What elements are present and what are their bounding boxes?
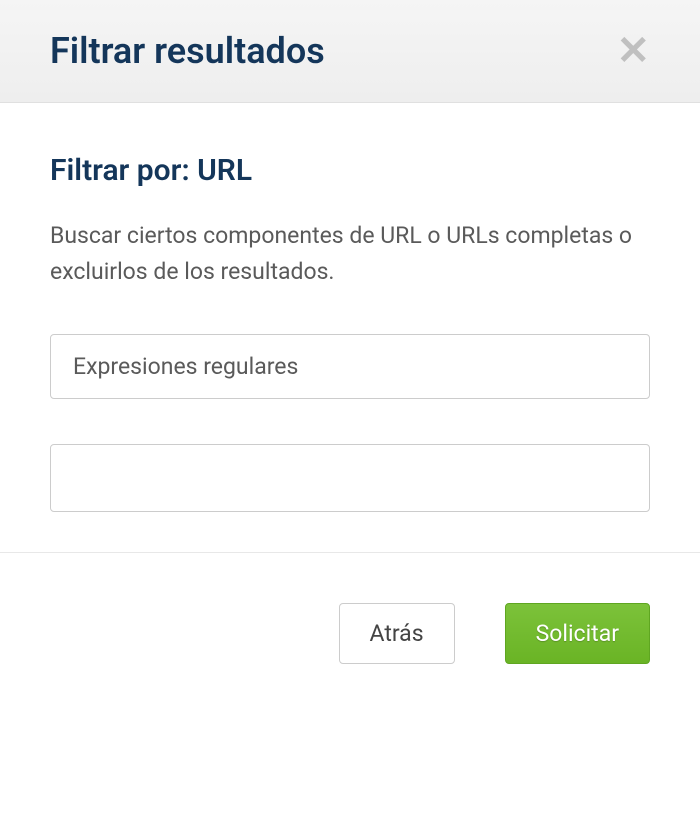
close-icon[interactable]: ✕ bbox=[616, 31, 650, 71]
back-button[interactable]: Atrás bbox=[339, 603, 455, 664]
regex-type-select[interactable]: Expresiones regulares bbox=[50, 334, 650, 399]
modal-body: Filtrar por: URL Buscar ciertos componen… bbox=[0, 103, 700, 552]
select-value-label: Expresiones regulares bbox=[73, 353, 298, 380]
modal-title: Filtrar resultados bbox=[50, 30, 325, 72]
url-filter-input[interactable] bbox=[50, 444, 650, 512]
filter-description: Buscar ciertos componentes de URL o URLs… bbox=[50, 218, 650, 289]
modal-footer: Atrás Solicitar bbox=[0, 552, 700, 714]
modal-header: Filtrar resultados ✕ bbox=[0, 0, 700, 103]
section-title: Filtrar por: URL bbox=[50, 153, 650, 188]
submit-button[interactable]: Solicitar bbox=[505, 603, 650, 664]
